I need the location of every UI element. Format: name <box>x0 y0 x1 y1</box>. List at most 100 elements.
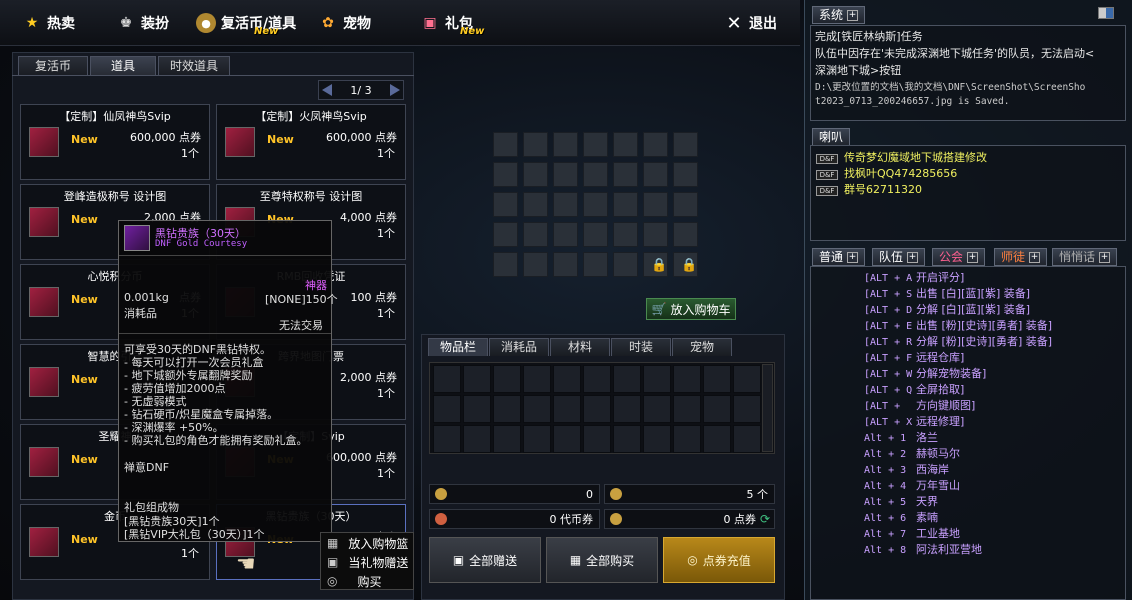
preview-slot[interactable] <box>553 132 578 157</box>
tab-normal[interactable]: 普通 + <box>812 248 866 266</box>
inventory-slot[interactable] <box>733 395 761 423</box>
inventory-slot[interactable] <box>523 365 551 393</box>
inventory-slot[interactable] <box>463 395 491 423</box>
preview-slot[interactable] <box>673 192 698 217</box>
inventory-slot[interactable] <box>553 395 581 423</box>
plus-icon[interactable]: + <box>907 251 919 263</box>
inventory-slot[interactable] <box>553 425 581 453</box>
ctx-gift[interactable]: ▣ 当礼物赠送 <box>321 553 415 571</box>
shop-item[interactable]: 【定制】火凤神鸟Svip New 600,000 点券 1个 <box>216 104 406 180</box>
tab-consumables[interactable]: 消耗品 <box>489 338 549 356</box>
tab-guild[interactable]: 公会 + <box>932 248 986 266</box>
inventory-slot[interactable] <box>703 395 731 423</box>
inventory-slot[interactable] <box>493 365 521 393</box>
inventory-slot[interactable] <box>433 395 461 423</box>
preview-slot[interactable] <box>673 222 698 247</box>
preview-slot[interactable] <box>553 222 578 247</box>
preview-slot[interactable] <box>523 162 548 187</box>
inventory-slot[interactable] <box>703 365 731 393</box>
inventory-scrollbar[interactable] <box>762 364 773 452</box>
preview-slot[interactable] <box>613 222 638 247</box>
plus-icon[interactable]: + <box>1029 251 1041 263</box>
tab-party[interactable]: 队伍 + <box>872 248 926 266</box>
inventory-slot[interactable] <box>673 425 701 453</box>
recharge-button[interactable]: ◎ 点券充值 <box>663 537 775 583</box>
inventory-slot[interactable] <box>493 425 521 453</box>
preview-slot[interactable] <box>613 162 638 187</box>
preview-slot[interactable] <box>673 132 698 157</box>
inventory-slot[interactable] <box>583 365 611 393</box>
preview-slot[interactable] <box>493 192 518 217</box>
menu-pet[interactable]: ✿ 宠物 <box>318 8 371 38</box>
preview-slot[interactable] <box>643 162 668 187</box>
next-page-icon[interactable] <box>389 84 400 96</box>
preview-slot[interactable] <box>613 132 638 157</box>
tab-pets[interactable]: 宠物 <box>672 338 732 356</box>
inventory-slot[interactable] <box>583 425 611 453</box>
inventory-slot[interactable] <box>613 395 641 423</box>
refresh-icon[interactable]: ⟳ <box>760 512 770 526</box>
inventory-slot[interactable] <box>703 425 731 453</box>
tab-whisper[interactable]: 悄悄话 + <box>1052 248 1118 266</box>
preview-slot[interactable] <box>493 162 518 187</box>
inventory-slot[interactable] <box>643 365 671 393</box>
window-toggle-icon[interactable] <box>1098 7 1114 19</box>
tab-inventory[interactable]: 物品栏 <box>428 338 488 356</box>
tab-timed-items[interactable]: 时效道具 <box>158 56 230 76</box>
plus-icon[interactable]: + <box>847 9 859 21</box>
tab-items[interactable]: 道具 <box>90 56 156 76</box>
inventory-slot[interactable] <box>733 425 761 453</box>
buy-all-button[interactable]: ▦ 全部购买 <box>546 537 658 583</box>
ctx-add-basket[interactable]: ▦ 放入购物篮 <box>321 534 415 552</box>
preview-slot[interactable] <box>613 192 638 217</box>
preview-slot[interactable] <box>673 162 698 187</box>
inventory-slot[interactable] <box>643 395 671 423</box>
inventory-slot[interactable] <box>673 395 701 423</box>
preview-slot[interactable] <box>553 162 578 187</box>
prev-page-icon[interactable] <box>322 84 332 96</box>
preview-slot[interactable] <box>523 222 548 247</box>
preview-slot[interactable] <box>643 222 668 247</box>
tab-horn[interactable]: 喇叭 <box>812 128 851 146</box>
preview-slot[interactable] <box>583 162 608 187</box>
inventory-slot[interactable] <box>463 425 491 453</box>
preview-slot[interactable] <box>553 252 578 277</box>
inventory-slot[interactable] <box>733 365 761 393</box>
preview-slot[interactable] <box>583 132 608 157</box>
preview-slot[interactable] <box>643 132 668 157</box>
tab-mentor[interactable]: 师徒 + <box>994 248 1048 266</box>
menu-gift[interactable]: ▣ 礼包 New <box>420 8 484 38</box>
tab-materials[interactable]: 材料 <box>550 338 610 356</box>
gift-all-button[interactable]: ▣ 全部赠送 <box>429 537 541 583</box>
inventory-slot[interactable] <box>553 365 581 393</box>
inventory-slot[interactable] <box>463 365 491 393</box>
plus-icon[interactable]: + <box>967 251 979 263</box>
menu-revive[interactable]: ● 复活币/道具 New <box>196 8 296 38</box>
inventory-slot[interactable] <box>673 365 701 393</box>
inventory-slot[interactable] <box>613 365 641 393</box>
preview-slot[interactable] <box>583 192 608 217</box>
preview-slot[interactable] <box>583 222 608 247</box>
preview-slot[interactable] <box>523 192 548 217</box>
preview-slot[interactable] <box>523 132 548 157</box>
inventory-slot[interactable] <box>433 365 461 393</box>
preview-slot[interactable] <box>553 192 578 217</box>
preview-slot[interactable] <box>583 252 608 277</box>
exit-button[interactable]: ✕ 退出 <box>724 8 777 38</box>
menu-hot[interactable]: ★ 热卖 <box>22 8 75 38</box>
inventory-slot[interactable] <box>643 425 671 453</box>
add-to-cart-button[interactable]: 🛒 放入购物车 <box>646 298 736 320</box>
plus-icon[interactable]: + <box>847 251 859 263</box>
preview-slot[interactable] <box>493 252 518 277</box>
tab-fashion[interactable]: 时装 <box>611 338 671 356</box>
inventory-slot[interactable] <box>613 425 641 453</box>
tab-revive-coin[interactable]: 复活币 <box>18 56 88 76</box>
ctx-buy[interactable]: ◎ 购买 <box>321 572 415 590</box>
inventory-slot[interactable] <box>493 395 521 423</box>
menu-outfit[interactable]: ♚ 装扮 <box>116 8 169 38</box>
inventory-slot[interactable] <box>523 425 551 453</box>
inventory-slot[interactable] <box>583 395 611 423</box>
preview-slot[interactable] <box>613 252 638 277</box>
shop-item[interactable]: 【定制】仙凤神鸟Svip New 600,000 点券 1个 <box>20 104 210 180</box>
preview-slot[interactable] <box>523 252 548 277</box>
